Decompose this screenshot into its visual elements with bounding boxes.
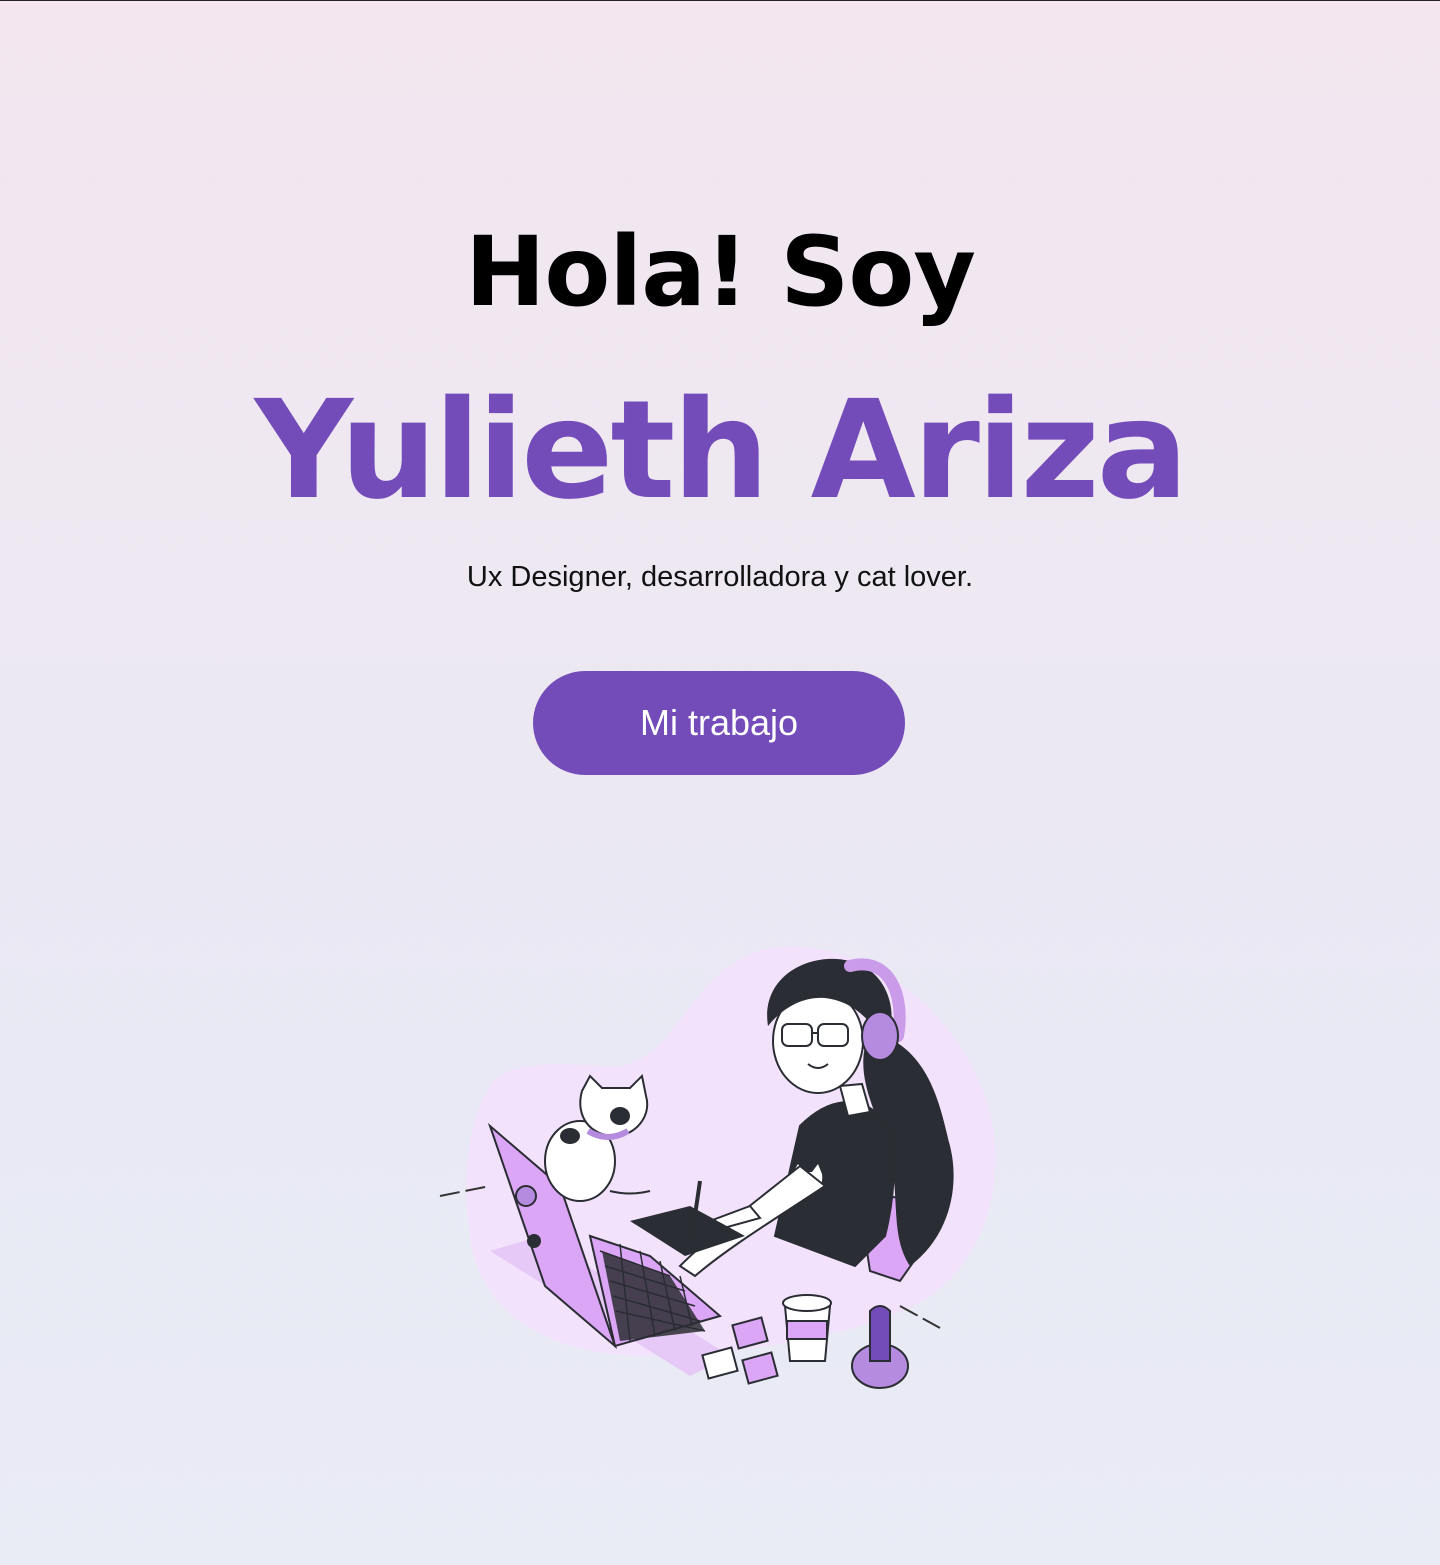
headphones-cup <box>861 1011 899 1061</box>
cat-spot <box>560 1128 580 1144</box>
table-edge <box>899 1305 941 1329</box>
hero-section: Hola! Soy Yulieth Ariza Ux Designer, des… <box>0 1 1440 1565</box>
cat-eye-patch <box>610 1107 630 1125</box>
coffee-lid <box>782 1294 832 1312</box>
hero-tagline: Ux Designer, desarrolladora y cat lover. <box>466 561 974 593</box>
cactus <box>869 1305 891 1362</box>
hero-name: Yulieth Ariza <box>254 372 1189 530</box>
my-work-button[interactable]: Mi trabajo <box>533 671 905 775</box>
designer-illustration <box>439 946 996 1389</box>
laptop-sticker <box>527 1234 541 1248</box>
hero-greeting: Hola! Soy <box>465 216 976 328</box>
laptop-sticker <box>515 1185 537 1207</box>
sticky-note <box>741 1351 779 1385</box>
coffee-sleeve <box>786 1320 828 1340</box>
